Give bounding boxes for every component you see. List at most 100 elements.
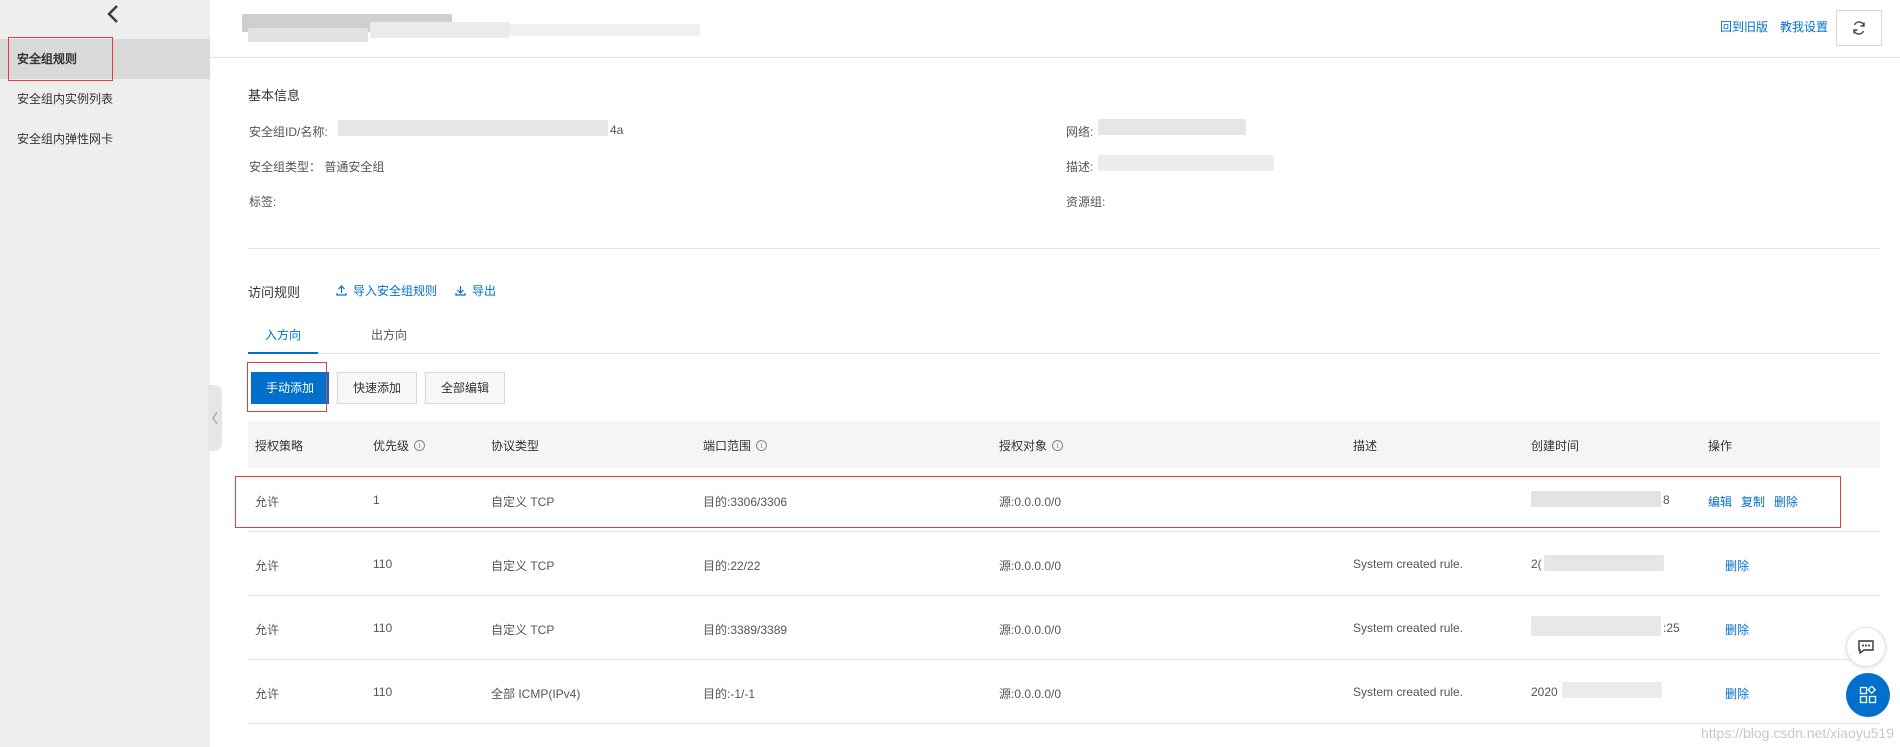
delete-link[interactable]: 删除	[1725, 621, 1749, 638]
upload-icon	[336, 285, 347, 296]
sidebar: 安全组规则 安全组内实例列表 安全组内弹性网卡	[0, 0, 210, 747]
info-id-tail: 4a	[610, 123, 624, 137]
cell-port: 目的:3389/3389	[703, 623, 788, 637]
edit-all-button[interactable]: 全部编辑	[425, 372, 505, 404]
tab-outbound[interactable]: 出方向	[354, 320, 424, 354]
cell-policy: 允许	[255, 495, 280, 509]
redacted-title	[510, 24, 700, 36]
back-to-old-version-link[interactable]: 回到旧版	[1720, 18, 1768, 35]
download-icon	[455, 286, 466, 296]
export-label: 导出	[472, 284, 497, 298]
sidebar-item-label: 安全组内弹性网卡	[17, 132, 114, 146]
cell-desc: System created rule.	[1353, 557, 1464, 571]
back-button[interactable]	[98, 2, 128, 26]
col-policy: 授权策略	[255, 437, 303, 454]
app-root: 安全组规则 安全组内实例列表 安全组内弹性网卡 回到旧版 教我设置 基本信息 安…	[0, 0, 1900, 747]
tab-inbound[interactable]: 入方向	[248, 320, 318, 354]
info-label: 安全组ID/名称:	[249, 125, 328, 139]
col-label: 授权对象	[999, 439, 1048, 453]
basic-info-title: 基本信息	[248, 88, 301, 103]
delete-link[interactable]: 删除	[1725, 557, 1749, 574]
edit-link[interactable]: 编辑	[1708, 493, 1732, 510]
apps-grid-icon	[1859, 686, 1877, 704]
info-value: 普通安全组	[324, 160, 385, 174]
cell-protocol: 自定义 TCP	[491, 495, 555, 509]
cell-policy: 允许	[255, 687, 280, 701]
sidebar-item-eni[interactable]: 安全组内弹性网卡	[0, 119, 210, 159]
redacted-title	[370, 22, 510, 38]
sidebar-item-security-rules[interactable]: 安全组规则	[0, 39, 210, 79]
manual-add-button[interactable]: 手动添加	[251, 372, 329, 404]
watermark: https://blog.csdn.net/xiaoyu519	[1700, 725, 1894, 741]
quick-add-button[interactable]: 快速添加	[337, 372, 417, 404]
refresh-icon	[1853, 21, 1865, 35]
teach-me-setup-link[interactable]: 教我设置	[1780, 18, 1828, 35]
chevron-left-icon	[212, 411, 218, 425]
sidebar-item-label: 安全组规则	[17, 52, 78, 66]
import-rules-link[interactable]: 导入安全组规则	[336, 282, 437, 299]
redacted-title	[248, 28, 368, 42]
cell-port: 目的:3306/3306	[703, 495, 788, 509]
table-row: 允许 110 自定义 TCP 目的:22/22 源:0.0.0.0/0 Syst…	[248, 532, 1880, 596]
redacted-time	[1531, 616, 1661, 636]
col-desc: 描述	[1353, 437, 1377, 454]
apps-button[interactable]	[1846, 673, 1890, 717]
direction-tabs: 入方向 出方向	[248, 320, 1880, 354]
cell-protocol: 全部 ICMP(IPv4)	[491, 687, 581, 701]
chat-button[interactable]	[1846, 627, 1886, 667]
info-icon[interactable]: i	[1052, 440, 1064, 451]
cell-protocol: 自定义 TCP	[491, 623, 555, 637]
redacted-value	[1098, 119, 1246, 135]
info-resource-group: 资源组:	[1066, 195, 1106, 209]
col-priority: 优先级 i	[373, 437, 426, 454]
col-label: 创建时间	[1531, 439, 1580, 453]
cell-ops: 编辑 复制 删除	[1708, 493, 1798, 510]
refresh-button[interactable]	[1836, 10, 1882, 46]
cell-port: 目的:-1/-1	[703, 687, 756, 701]
export-link[interactable]: 导出	[455, 282, 496, 299]
info-id-name: 安全组ID/名称:	[249, 123, 328, 140]
col-time: 创建时间	[1531, 437, 1579, 454]
redacted-time	[1562, 682, 1662, 698]
copy-link[interactable]: 复制	[1741, 493, 1765, 510]
col-port: 端口范围 i	[703, 437, 768, 454]
col-label: 优先级	[373, 439, 410, 453]
cell-policy: 允许	[255, 559, 280, 573]
import-rules-label: 导入安全组规则	[353, 284, 438, 298]
sidebar-collapse-handle[interactable]	[208, 385, 222, 451]
cell-priority: 1	[373, 493, 380, 507]
info-type: 安全组类型： 普通安全组	[249, 158, 384, 175]
info-icon[interactable]: i	[756, 440, 768, 451]
info-desc: 描述:	[1066, 160, 1094, 174]
access-rules-title: 访问规则	[248, 285, 301, 300]
table-row: 允许 110 自定义 TCP 目的:3389/3389 源:0.0.0.0/0 …	[248, 596, 1880, 660]
cell-time-tail: :25	[1663, 621, 1680, 635]
cell-priority: 110	[373, 685, 393, 699]
cell-time-tail: 2020	[1531, 685, 1558, 699]
delete-link[interactable]: 删除	[1774, 493, 1798, 510]
delete-link[interactable]: 删除	[1725, 685, 1749, 702]
cell-source: 源:0.0.0.0/0	[999, 559, 1062, 573]
info-icon[interactable]: i	[414, 440, 426, 451]
sidebar-item-label: 安全组内实例列表	[17, 92, 114, 106]
chevron-left-icon	[107, 5, 118, 23]
col-label: 描述	[1353, 439, 1378, 453]
header-links: 回到旧版 教我设置	[1720, 18, 1828, 35]
cell-time-tail: 8	[1663, 493, 1670, 507]
cell-priority: 110	[373, 621, 393, 635]
cell-priority: 110	[373, 557, 393, 571]
sidebar-item-instance-list[interactable]: 安全组内实例列表	[0, 79, 210, 119]
redacted-value	[1098, 155, 1274, 171]
cell-protocol: 自定义 TCP	[491, 559, 555, 573]
table-row: 允许 110 全部 ICMP(IPv4) 目的:-1/-1 源:0.0.0.0/…	[248, 660, 1880, 724]
divider	[248, 248, 1880, 249]
rule-actions: 导入安全组规则 导出	[336, 282, 496, 299]
cell-port: 目的:22/22	[703, 559, 761, 573]
col-label: 授权策略	[255, 439, 304, 453]
cell-source: 源:0.0.0.0/0	[999, 687, 1062, 701]
table-row: 允许 1 自定义 TCP 目的:3306/3306 源:0.0.0.0/0 8 …	[248, 468, 1880, 532]
chat-icon	[1858, 640, 1874, 655]
info-label: 安全组类型：	[249, 160, 322, 174]
redacted-time	[1544, 555, 1664, 571]
col-label: 协议类型	[491, 439, 540, 453]
